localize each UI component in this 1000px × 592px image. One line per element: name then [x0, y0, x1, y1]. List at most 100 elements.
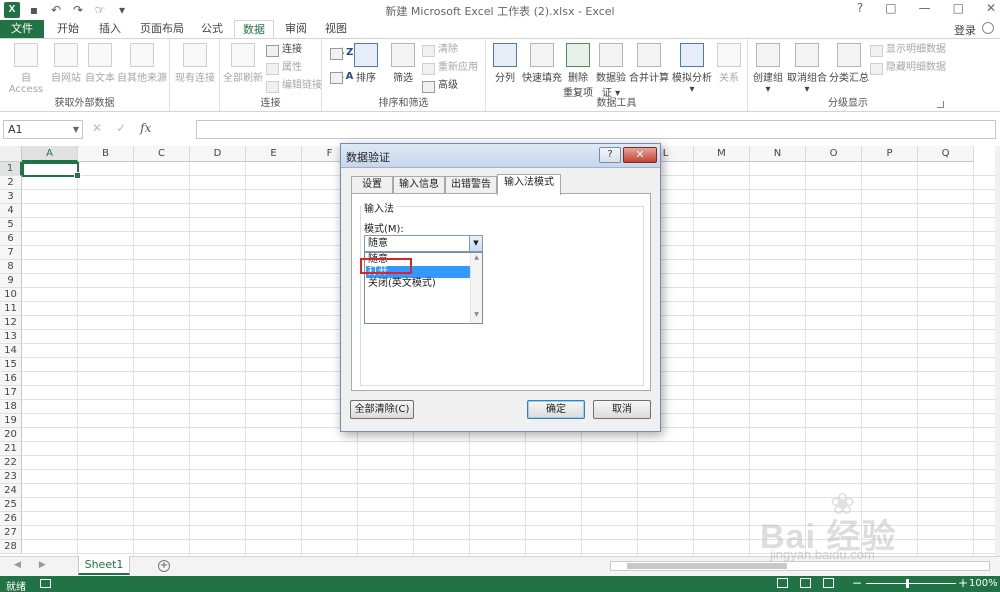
row-header[interactable]: 13 [0, 330, 22, 344]
row-header[interactable]: 23 [0, 470, 22, 484]
help-icon[interactable]: ? [857, 1, 863, 15]
sheet-next-icon[interactable]: ▶ [39, 560, 46, 570]
data-validation-button[interactable]: 数据验 证 ▾ [594, 43, 628, 99]
column-header[interactable]: P [862, 146, 918, 162]
sheet-tab-sheet1[interactable]: Sheet1 [78, 556, 130, 575]
column-header[interactable]: N [750, 146, 806, 162]
properties-button[interactable]: 属性 [266, 60, 302, 76]
insert-function-icon[interactable]: fx [140, 121, 151, 135]
row-header[interactable]: 3 [0, 190, 22, 204]
active-cell-a1[interactable] [22, 162, 81, 179]
column-header[interactable]: Q [918, 146, 974, 162]
add-sheet-icon[interactable]: + [158, 560, 170, 572]
advanced-filter-button[interactable]: 高级 [422, 78, 458, 94]
zoom-out-icon[interactable]: − [852, 576, 862, 590]
row-header[interactable]: 26 [0, 512, 22, 526]
cancel-button[interactable]: 取消 [593, 400, 651, 419]
outline-dialog-launcher-icon[interactable] [937, 101, 944, 108]
row-header[interactable]: 14 [0, 344, 22, 358]
dialog-close-button[interactable]: ✕ [623, 147, 657, 163]
row-header[interactable]: 1 [0, 162, 22, 176]
scroll-up-icon[interactable]: ▲ [471, 254, 482, 261]
row-header[interactable]: 16 [0, 372, 22, 386]
row-header[interactable]: 15 [0, 358, 22, 372]
row-header[interactable]: 7 [0, 246, 22, 260]
macro-record-icon[interactable] [40, 579, 51, 588]
row-header[interactable]: 25 [0, 498, 22, 512]
row-header[interactable]: 6 [0, 232, 22, 246]
row-header[interactable]: 19 [0, 414, 22, 428]
text-to-columns-button[interactable]: 分列 [488, 43, 522, 84]
dialog-titlebar[interactable]: 数据验证 ? ✕ [341, 144, 660, 168]
sheet-prev-icon[interactable]: ◀ [14, 560, 21, 570]
login-link[interactable]: 登录 [954, 22, 976, 38]
row-header[interactable]: 10 [0, 288, 22, 302]
normal-view-icon[interactable] [777, 578, 788, 588]
row-header[interactable]: 8 [0, 260, 22, 274]
reapply-button[interactable]: 重新应用 [422, 60, 478, 76]
name-box[interactable]: A1 ▼ [3, 120, 83, 139]
scroll-down-icon[interactable]: ▼ [471, 311, 482, 318]
restore-icon[interactable]: □ [953, 1, 964, 15]
mode-dropdown-arrow-icon[interactable]: ▼ [469, 236, 482, 251]
zoom-in-icon[interactable]: + [958, 576, 968, 590]
from-access-button[interactable]: 自 Access [4, 43, 48, 95]
mode-select[interactable]: 随意 ▼ [364, 235, 483, 252]
row-header[interactable]: 2 [0, 176, 22, 190]
from-text-button[interactable]: 自文本 [84, 43, 116, 84]
row-header[interactable]: 9 [0, 274, 22, 288]
clear-filter-button[interactable]: 清除 [422, 42, 458, 58]
ribbon-display-icon[interactable]: □ [885, 1, 896, 15]
confirm-entry-icon[interactable]: ✓ [116, 121, 126, 135]
name-box-dropdown-icon[interactable]: ▼ [73, 121, 79, 138]
row-header[interactable]: 21 [0, 442, 22, 456]
row-header[interactable]: 5 [0, 218, 22, 232]
filter-button[interactable]: 筛选 [388, 43, 418, 84]
tab-input-message[interactable]: 输入信息 [393, 176, 445, 194]
tab-ime-mode[interactable]: 输入法模式 [497, 174, 561, 195]
row-header[interactable]: 11 [0, 302, 22, 316]
row-header[interactable]: 22 [0, 456, 22, 470]
option-off-english[interactable]: 关闭(英文模式) [366, 278, 470, 290]
feedback-smiley-icon[interactable] [982, 22, 994, 34]
tab-data[interactable]: 数据 [234, 20, 274, 39]
sort-button[interactable]: 排序 [352, 43, 380, 84]
column-header[interactable]: O [806, 146, 862, 162]
zoom-slider[interactable] [866, 583, 956, 584]
tab-settings[interactable]: 设置 [351, 176, 393, 194]
row-header[interactable]: 27 [0, 526, 22, 540]
zoom-slider-thumb[interactable] [906, 579, 909, 588]
tab-file[interactable]: 文件 [0, 20, 44, 39]
ok-button[interactable]: 确定 [527, 400, 585, 419]
zoom-level[interactable]: 100% [969, 578, 998, 589]
formula-input[interactable] [196, 120, 996, 139]
consolidate-button[interactable]: 合并计算 [628, 43, 670, 84]
column-header[interactable]: D [190, 146, 246, 162]
what-if-analysis-button[interactable]: 模拟分析 ▾ [670, 43, 714, 95]
dialog-help-button[interactable]: ? [599, 147, 621, 163]
relationships-button[interactable]: 关系 [714, 43, 744, 84]
hide-detail-button[interactable]: 隐藏明细数据 [870, 60, 946, 76]
page-break-view-icon[interactable] [823, 578, 834, 588]
row-header[interactable]: 28 [0, 540, 22, 554]
tab-view[interactable]: 视图 [318, 20, 354, 39]
clear-all-button[interactable]: 全部清除(C) [350, 400, 414, 419]
tab-error-alert[interactable]: 出错警告 [445, 176, 497, 194]
tab-insert[interactable]: 插入 [92, 20, 128, 39]
select-all-corner[interactable] [0, 146, 22, 162]
options-scrollbar[interactable]: ▲ ▼ [470, 253, 482, 323]
row-header[interactable]: 18 [0, 400, 22, 414]
subtotal-button[interactable]: 分类汇总 [828, 43, 870, 84]
tab-page-layout[interactable]: 页面布局 [134, 20, 190, 39]
tab-home[interactable]: 开始 [50, 20, 86, 39]
from-web-button[interactable]: 自网站 [50, 43, 82, 84]
tab-review[interactable]: 审阅 [278, 20, 314, 39]
column-header[interactable]: M [694, 146, 750, 162]
existing-connections-button[interactable]: 现有连接 [173, 43, 217, 84]
row-header[interactable]: 17 [0, 386, 22, 400]
ungroup-button[interactable]: 取消组合 ▾ [786, 43, 828, 95]
close-window-icon[interactable]: ✕ [986, 1, 996, 15]
tab-formulas[interactable]: 公式 [194, 20, 230, 39]
row-header[interactable]: 12 [0, 316, 22, 330]
column-header[interactable]: C [134, 146, 190, 162]
